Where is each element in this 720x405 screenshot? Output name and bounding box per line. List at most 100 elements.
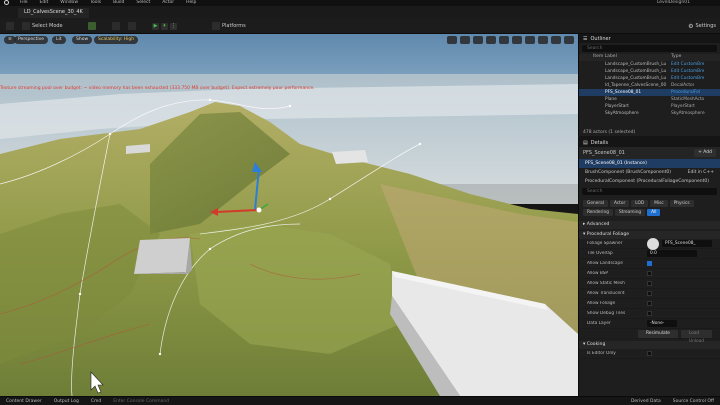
component-row[interactable]: PFS_Scene08_01 (Instance) <box>579 159 720 168</box>
settings-button[interactable]: ⚙ Settings <box>688 21 716 31</box>
property-label: Allow Static Mesh <box>587 281 625 286</box>
tab-lod[interactable]: LOD <box>631 200 649 207</box>
derived-data-button[interactable]: Derived Data <box>625 399 667 404</box>
foliage-spawner-picker[interactable]: PFS_Scene08_ <box>662 240 712 247</box>
grid-snap-icon[interactable] <box>512 36 522 44</box>
cinematics-button[interactable] <box>128 21 136 31</box>
status-bar: Content Drawer Output Log Cmd Enter Cons… <box>0 396 720 405</box>
tab-physics[interactable]: Physics <box>669 200 694 207</box>
component-label: BrushComponent (BrushComponent0) <box>585 170 672 175</box>
editor-only-checkbox[interactable] <box>647 351 652 356</box>
more-options-icon[interactable]: ⋮ <box>170 22 177 30</box>
main-toolbar: Select Mode ▶ ⏵ ⋮ Platforms ⚙ Settings <box>0 18 720 34</box>
menu-select[interactable]: Select <box>136 0 150 5</box>
outliner-row[interactable]: PFS_Scene08_01 ProceduralFol <box>579 89 720 96</box>
outliner-row-label: Landscape_CustomBrush_Lu <box>605 62 667 67</box>
outliner-row[interactable]: ld_Tapenne_CalvesScene_00 DecalActor <box>579 82 720 89</box>
tab-streaming[interactable]: Streaming <box>614 209 646 216</box>
section-advanced[interactable]: ▸ Advanced <box>579 221 720 229</box>
unreal-logo-icon[interactable] <box>4 0 9 5</box>
cmd-dropdown[interactable]: Cmd <box>85 399 107 404</box>
scalability-button[interactable]: Scalability: High <box>94 36 139 44</box>
viewport-toolbar: ≡ Perspective Lit Show Scalability: High <box>0 36 578 46</box>
property-label: Data Layer <box>587 321 611 326</box>
platforms-icon <box>212 22 220 30</box>
outliner-row[interactable]: SkyAtmosphere SkyAtmosphere <box>579 110 720 117</box>
blueprint-button[interactable] <box>112 21 120 31</box>
actor-name[interactable]: PFS_Scene08_01 <box>583 150 625 156</box>
menu-window[interactable]: Window <box>60 0 78 5</box>
move-tool-icon[interactable] <box>447 36 457 44</box>
view-mode-button[interactable]: Lit <box>52 36 66 44</box>
outliner-search-input[interactable]: Search <box>582 45 717 52</box>
menu-file[interactable]: File <box>20 0 28 5</box>
tab-actor[interactable]: Actor <box>609 200 630 207</box>
tab-rendering[interactable]: Rendering <box>583 209 613 216</box>
level-viewport[interactable]: ≡ Perspective Lit Show Scalability: High… <box>0 34 578 396</box>
details-search-input[interactable]: Search <box>582 188 717 195</box>
property-checkbox[interactable] <box>647 301 652 306</box>
actor-count: 478 actors (1 selected) <box>583 130 636 135</box>
source-control-button[interactable]: Source Control Off <box>667 399 720 404</box>
outliner-row-type: Edit CustomBre <box>671 76 705 81</box>
outliner-row[interactable]: Landscape_CustomBrush_Lu Edit CustomBre <box>579 61 720 68</box>
outliner-row-label: Plane <box>605 97 617 102</box>
content-drawer-button[interactable]: Content Drawer <box>0 399 48 404</box>
add-actor-button[interactable] <box>88 21 96 31</box>
add-component-button[interactable]: + Add <box>694 149 716 157</box>
menu-tools[interactable]: Tools <box>90 0 101 5</box>
tab-general[interactable]: General <box>583 200 608 207</box>
resimulate-button[interactable]: Resimulate <box>638 329 678 338</box>
scale-tool-icon[interactable] <box>473 36 483 44</box>
component-action[interactable]: Edit in C++ <box>688 170 714 175</box>
camera-speed-icon[interactable] <box>551 36 561 44</box>
world-space-icon[interactable] <box>486 36 496 44</box>
foliage-properties: Foliage Spawner PFS_Scene08_ Tile Overlap 0… <box>579 237 720 329</box>
data-layer-dropdown[interactable]: -None- <box>647 320 677 327</box>
maximize-viewport-icon[interactable] <box>564 36 574 44</box>
console-input[interactable]: Enter Console Command <box>107 399 247 404</box>
show-button[interactable]: Show <box>72 36 93 44</box>
level-tab[interactable]: LD_CalvesScene_30_4K <box>18 8 89 18</box>
menu-actor[interactable]: Actor <box>162 0 174 5</box>
play-icon[interactable]: ▶ <box>152 22 159 30</box>
outliner-row[interactable]: PlayerStart PlayerStart <box>579 103 720 110</box>
play-options-icon[interactable]: ⏵ <box>161 22 168 30</box>
menu-help[interactable]: Help <box>186 0 196 5</box>
select-mode-dropdown[interactable]: Select Mode <box>22 21 63 31</box>
component-row[interactable]: BrushComponent (BrushComponent0) Edit in … <box>579 168 720 177</box>
property-label: Allow Translucent <box>587 291 625 296</box>
add-actor-icon <box>88 22 96 30</box>
item-label-column[interactable]: Item Label <box>583 54 671 61</box>
property-checkbox[interactable] <box>647 281 652 286</box>
load-unload-button[interactable]: Load Unload <box>680 329 712 344</box>
perspective-button[interactable]: Perspective <box>14 36 49 44</box>
property-row: Show Debug Tiles <box>579 309 720 319</box>
menu-build[interactable]: Build <box>113 0 124 5</box>
type-column[interactable]: Type <box>671 54 681 61</box>
outliner-row[interactable]: Landscape_CustomBrush_Lu Edit CustomBre <box>579 75 720 82</box>
surface-snap-icon[interactable] <box>499 36 509 44</box>
rotate-tool-icon[interactable] <box>460 36 470 44</box>
save-button[interactable] <box>6 21 14 31</box>
rotation-snap-icon[interactable] <box>525 36 535 44</box>
component-row[interactable]: ProceduralComponent (ProceduralFoliageCo… <box>579 177 720 186</box>
property-checkbox[interactable] <box>647 261 652 266</box>
output-log-button[interactable]: Output Log <box>48 399 85 404</box>
tab-all[interactable]: All <box>647 209 661 216</box>
play-controls: ▶ ⏵ ⋮ <box>152 21 177 31</box>
scale-snap-icon[interactable] <box>538 36 548 44</box>
outliner-row[interactable]: Plane StaticMeshActo <box>579 96 720 103</box>
property-row: Allow BSP <box>579 269 720 279</box>
platforms-dropdown[interactable]: Platforms <box>212 21 246 31</box>
property-checkbox[interactable] <box>647 311 652 316</box>
property-checkbox[interactable] <box>647 271 652 276</box>
tile-overlap-input[interactable]: 0.0 <box>647 250 697 257</box>
outliner-row[interactable]: Landscape_CustomBrush_Lu Edit CustomBre <box>579 68 720 75</box>
details-header: ▤ Details <box>579 138 720 147</box>
texture-pool-warning: Texture streaming pool over budget: ~ vi… <box>0 86 315 91</box>
menu-edit[interactable]: Edit <box>40 0 49 5</box>
tab-misc[interactable]: Misc <box>650 200 668 207</box>
property-row: Allow Translucent <box>579 289 720 299</box>
property-checkbox[interactable] <box>647 291 652 296</box>
